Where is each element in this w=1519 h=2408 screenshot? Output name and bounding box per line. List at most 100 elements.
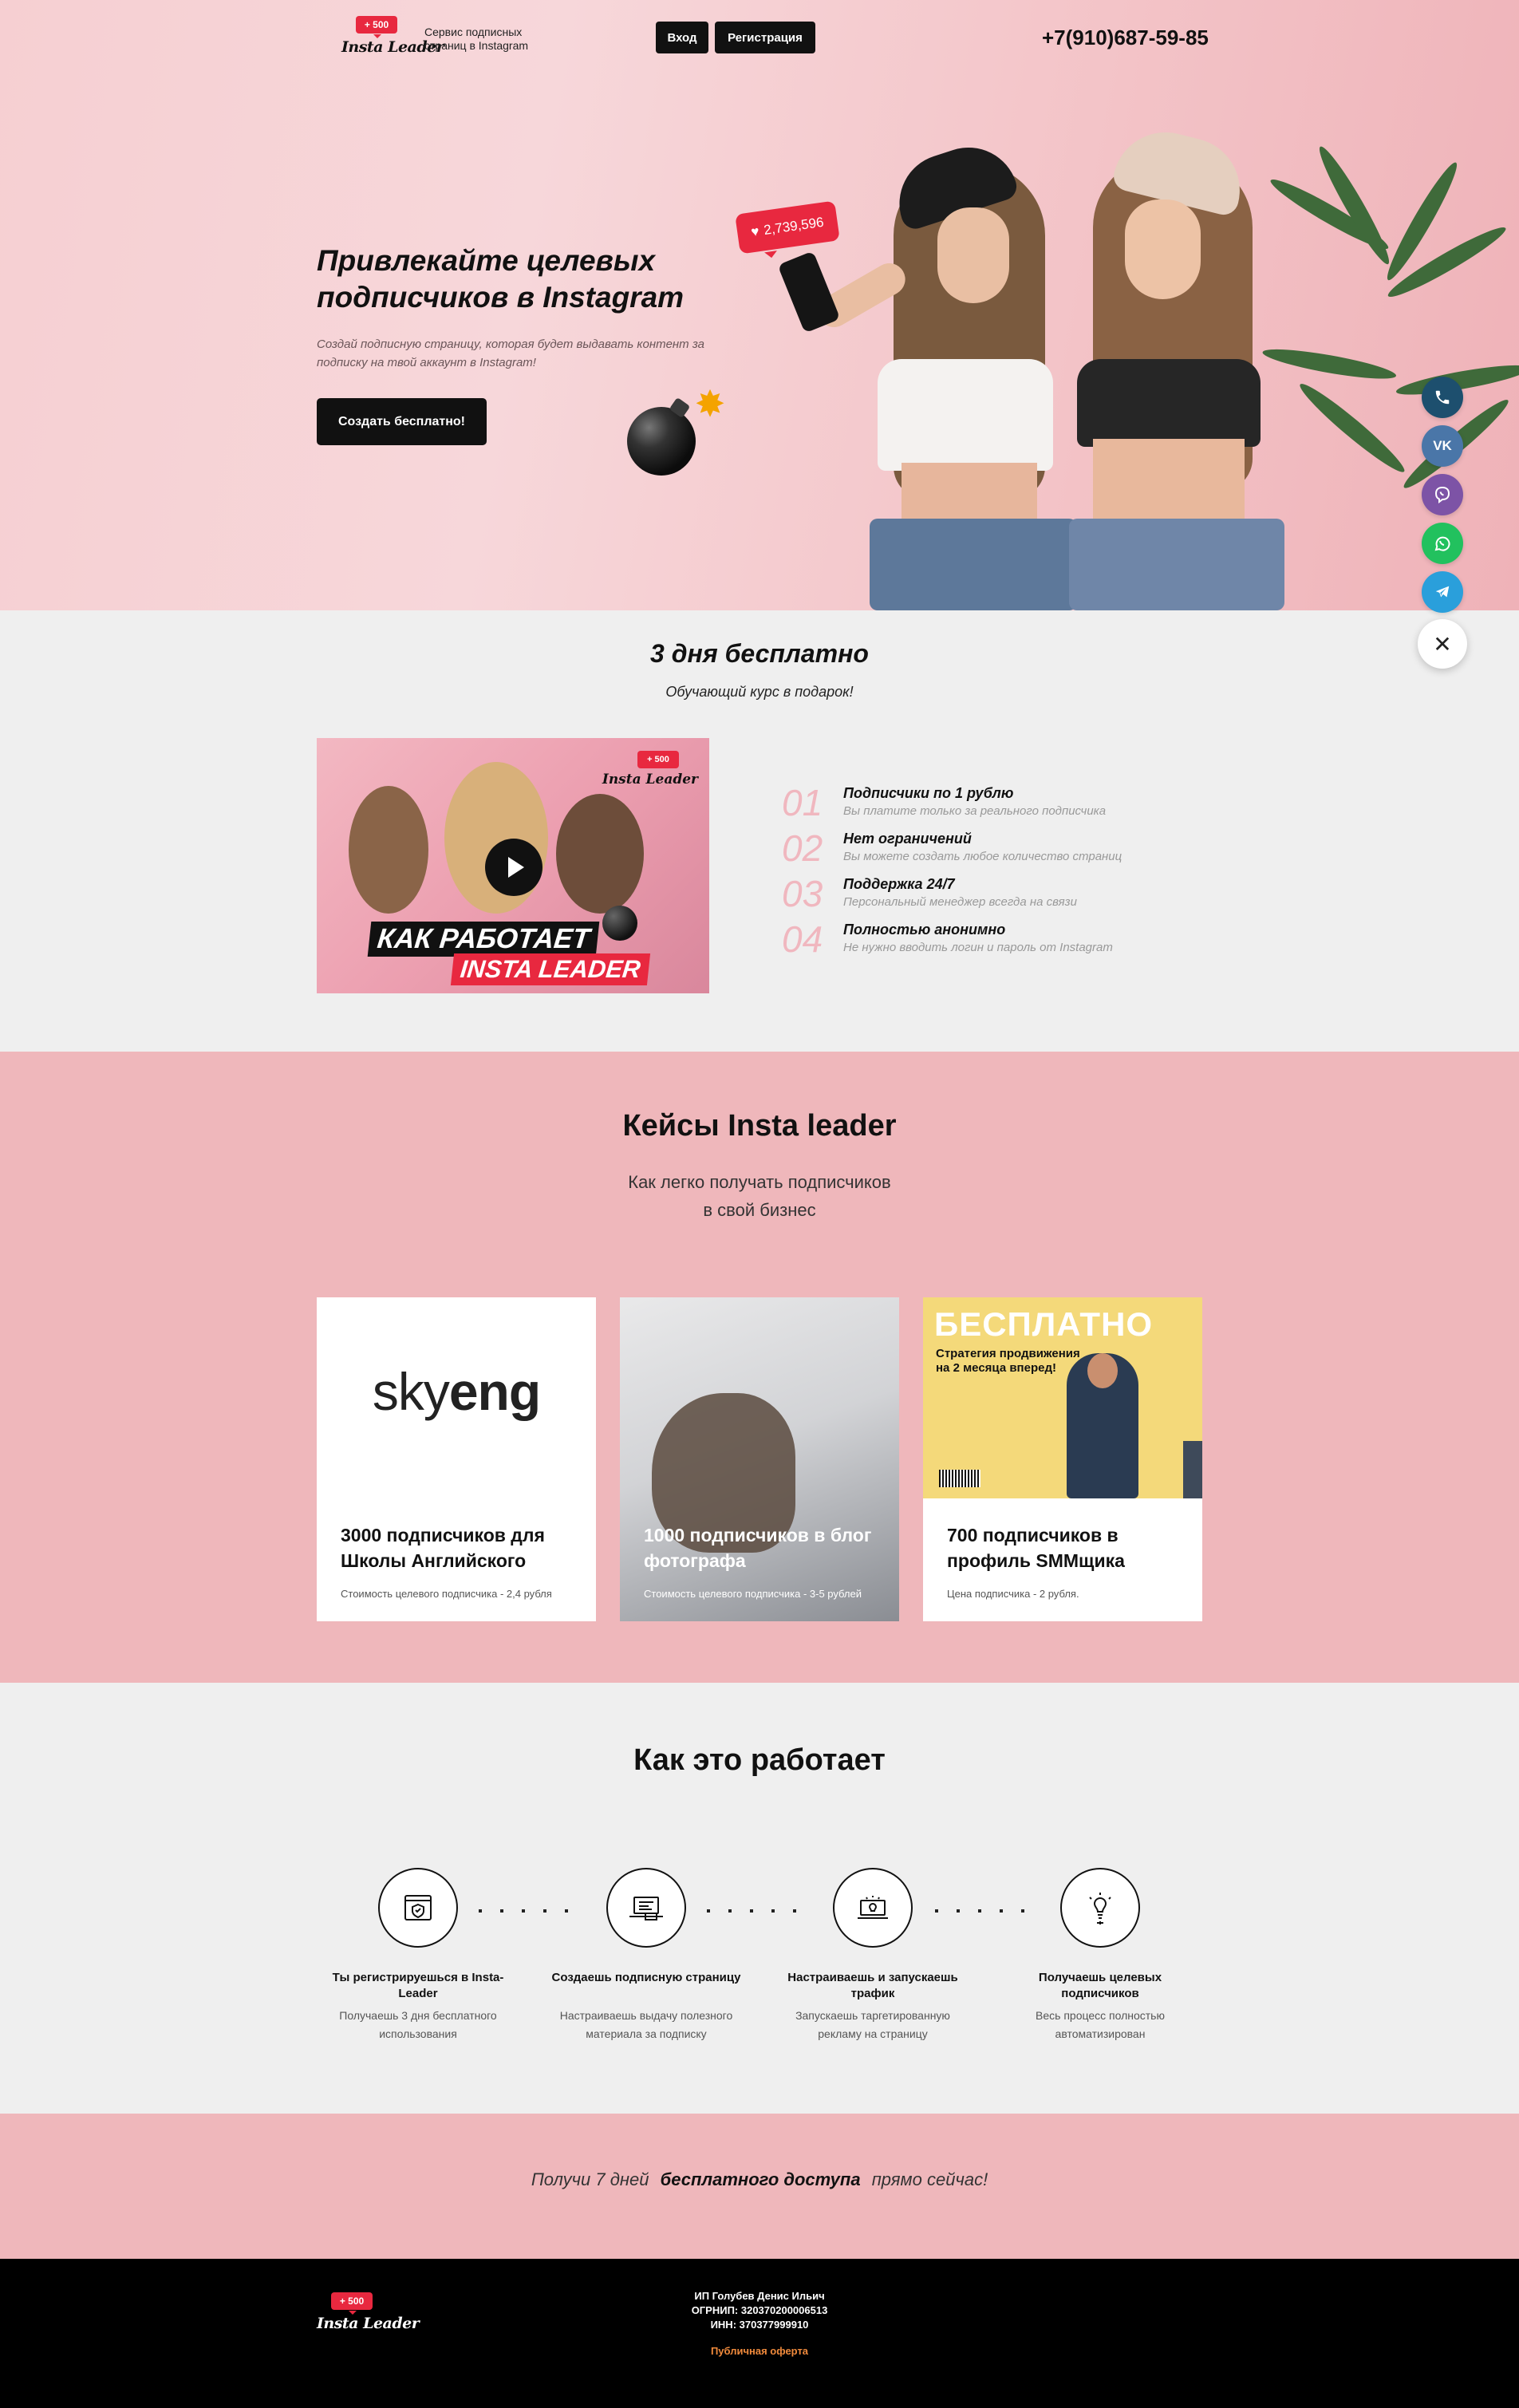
how-title: Как это работает bbox=[633, 1743, 886, 1777]
person-left-jeans bbox=[870, 519, 1077, 610]
laptop-icon bbox=[606, 1868, 686, 1948]
case-card-skyeng[interactable]: skyeng 3000 подписчиков для Школы Англий… bbox=[317, 1297, 596, 1621]
site-logo[interactable]: + 500 Insta Leader bbox=[341, 16, 444, 62]
skyeng-logo: skyeng bbox=[317, 1361, 596, 1422]
case-note: Цена подписчика - 2 рубля. bbox=[947, 1588, 1079, 1600]
video-caption-line1: КАК РАБОТАЕТ bbox=[367, 922, 600, 957]
hero-section: + 500 Insta Leader Сервис подписных стра… bbox=[0, 0, 1519, 610]
barcode-icon bbox=[939, 1470, 980, 1487]
plant-leaf bbox=[1261, 343, 1398, 385]
feature-item: 03 Поддержка 24/7 Персональный менеджер … bbox=[782, 873, 1229, 921]
shield-icon bbox=[378, 1868, 458, 1948]
person-right-jeans bbox=[1069, 519, 1284, 610]
public-offer-link[interactable]: Публичная оферта bbox=[0, 2345, 1519, 2357]
feature-number: 04 bbox=[782, 918, 823, 960]
telegram-icon[interactable] bbox=[1422, 571, 1463, 613]
feature-item: 01 Подписчики по 1 рублю Вы платите толь… bbox=[782, 782, 1229, 830]
cases-title: Кейсы Insta leader bbox=[622, 1109, 897, 1143]
spark-icon: ✸ bbox=[694, 383, 726, 424]
phone-icon[interactable] bbox=[1422, 377, 1463, 418]
lightbulb-icon bbox=[1060, 1868, 1140, 1948]
footer: + 500 Insta Leader ИП Голубев Денис Ильи… bbox=[0, 2259, 1519, 2408]
step-description: Весь процесс полностью автоматизирован bbox=[1036, 2009, 1165, 2040]
cases-subtitle-line1: Как легко получать подписчиков bbox=[628, 1172, 891, 1192]
video-person-center bbox=[444, 762, 548, 914]
feature-item: 02 Нет ограничений Вы можете создать люб… bbox=[782, 827, 1229, 875]
case-poster: БЕСПЛАТНО Стратегия продвижения на 2 мес… bbox=[923, 1297, 1202, 1498]
feature-description: Не нужно вводить логин и пароль от Insta… bbox=[843, 941, 1113, 954]
video-logo-badge: + 500 bbox=[637, 751, 679, 768]
cta-text-after: прямо сейчас! bbox=[871, 2169, 988, 2189]
company-inn: ИНН: 370377999910 bbox=[710, 2319, 809, 2331]
video-player[interactable]: + 500 Insta Leader КАК РАБОТАЕТ INSTA LE… bbox=[317, 738, 709, 993]
step-title: Ты регистрируешься в Insta-Leader bbox=[332, 1971, 504, 2000]
feature-title: Подписчики по 1 рублю bbox=[843, 785, 1014, 801]
step-title: Получаешь целевых подписчиков bbox=[1038, 1971, 1162, 2000]
login-button[interactable]: Вход bbox=[656, 22, 708, 53]
feature-description: Вы можете создать любое количество стран… bbox=[843, 850, 1122, 863]
poster-building bbox=[1183, 1441, 1202, 1498]
case-note: Стоимость целевого подписчика - 2,4 рубл… bbox=[341, 1588, 552, 1600]
cta-text-bold: бесплатного доступа bbox=[660, 2169, 861, 2189]
play-icon[interactable] bbox=[485, 839, 542, 896]
step-description: Настраиваешь выдачу полезного материала … bbox=[559, 2009, 733, 2040]
feature-item: 04 Полностью анонимно Не нужно вводить л… bbox=[782, 918, 1229, 966]
target-icon bbox=[833, 1868, 913, 1948]
feature-title: Нет ограничений bbox=[843, 831, 972, 847]
feature-number: 01 bbox=[782, 782, 823, 823]
step-title: Настраиваешь и запускаешь трафик bbox=[787, 1971, 958, 2000]
plant-leaf bbox=[1294, 377, 1410, 479]
how-it-works-section: Как это работает Ты регистрируешься в In… bbox=[0, 1683, 1519, 2114]
case-note: Стоимость целевого подписчика - 3-5 рубл… bbox=[644, 1588, 862, 1600]
cta-text: Получи 7 дней бесплатного доступа прямо … bbox=[0, 2169, 1519, 2190]
logo-badge: + 500 bbox=[356, 16, 397, 38]
cta-section: Получи 7 дней бесплатного доступа прямо … bbox=[0, 2114, 1519, 2259]
case-card-photographer[interactable]: 1000 подписчиков в блог фотографа Стоимо… bbox=[620, 1297, 899, 1621]
feature-number: 03 bbox=[782, 873, 823, 914]
person-right-face bbox=[1125, 199, 1201, 299]
case-title: 3000 подписчиков для Школы Английского bbox=[341, 1525, 545, 1571]
step-connector bbox=[935, 1909, 1031, 1913]
video-caption-line2: INSTA LEADER bbox=[450, 953, 650, 985]
video-bomb-illustration bbox=[602, 906, 637, 941]
poster-person-head bbox=[1087, 1353, 1118, 1388]
step-description: Запускаешь таргетированную рекламу на ст… bbox=[795, 2009, 950, 2040]
whatsapp-icon[interactable] bbox=[1422, 523, 1463, 564]
smartphone-image bbox=[777, 251, 841, 334]
header-description: Сервис подписных страниц в Instagram bbox=[424, 26, 529, 52]
cases-section: Кейсы Insta leader Как легко получать по… bbox=[0, 1052, 1519, 1683]
free-trial-section: 3 дня бесплатно Обучающий курс в подарок… bbox=[0, 610, 1519, 1052]
free-trial-subtitle: Обучающий курс в подарок! bbox=[665, 684, 854, 700]
feature-title: Поддержка 24/7 bbox=[843, 876, 955, 892]
case-title: 700 подписчиков в профиль SMMщика bbox=[947, 1525, 1125, 1571]
case-title: 1000 подписчиков в блог фотографа bbox=[644, 1525, 872, 1571]
free-trial-title: 3 дня бесплатно bbox=[650, 639, 869, 668]
feature-description: Вы платите только за реального подписчик… bbox=[843, 804, 1107, 818]
person-left-face bbox=[937, 207, 1009, 303]
cta-text-before: Получи 7 дней bbox=[531, 2169, 649, 2189]
step-connector bbox=[479, 1909, 574, 1913]
heart-icon: ♥ bbox=[750, 223, 760, 240]
likes-count: 2,739,596 bbox=[763, 214, 825, 239]
video-brand: Insta Leader bbox=[602, 772, 698, 788]
skyeng-logo-part2: eng bbox=[448, 1362, 541, 1421]
company-ogrnip: ОГРНИП: 320370200006513 bbox=[691, 2304, 828, 2316]
case-card-smm[interactable]: БЕСПЛАТНО Стратегия продвижения на 2 мес… bbox=[923, 1297, 1202, 1621]
plant-illustration bbox=[1261, 142, 1519, 610]
video-person-left bbox=[349, 786, 428, 914]
hero-title: Привлекайте целевых подписчиков в Instag… bbox=[317, 244, 685, 314]
feature-description: Персональный менеджер всегда на связи bbox=[843, 895, 1077, 909]
header-phone-link[interactable]: +7(910)687-59-85 bbox=[1042, 26, 1209, 50]
cases-subtitle-line2: в свой бизнес bbox=[703, 1200, 816, 1220]
register-button[interactable]: Регистрация bbox=[715, 22, 815, 53]
create-free-button[interactable]: Создать бесплатно! bbox=[317, 398, 487, 445]
person-right-top bbox=[1077, 359, 1261, 447]
vk-icon[interactable]: VK bbox=[1422, 425, 1463, 467]
hero-subtitle: Создай подписную страницу, которая будет… bbox=[317, 338, 704, 369]
viber-icon[interactable] bbox=[1422, 474, 1463, 515]
close-icon[interactable]: ✕ bbox=[1418, 619, 1467, 669]
video-person-right bbox=[556, 794, 644, 914]
feature-title: Полностью анонимно bbox=[843, 922, 1006, 938]
step-description: Получаешь 3 дня бесплатного использовани… bbox=[339, 2009, 497, 2040]
feature-number: 02 bbox=[782, 827, 823, 869]
